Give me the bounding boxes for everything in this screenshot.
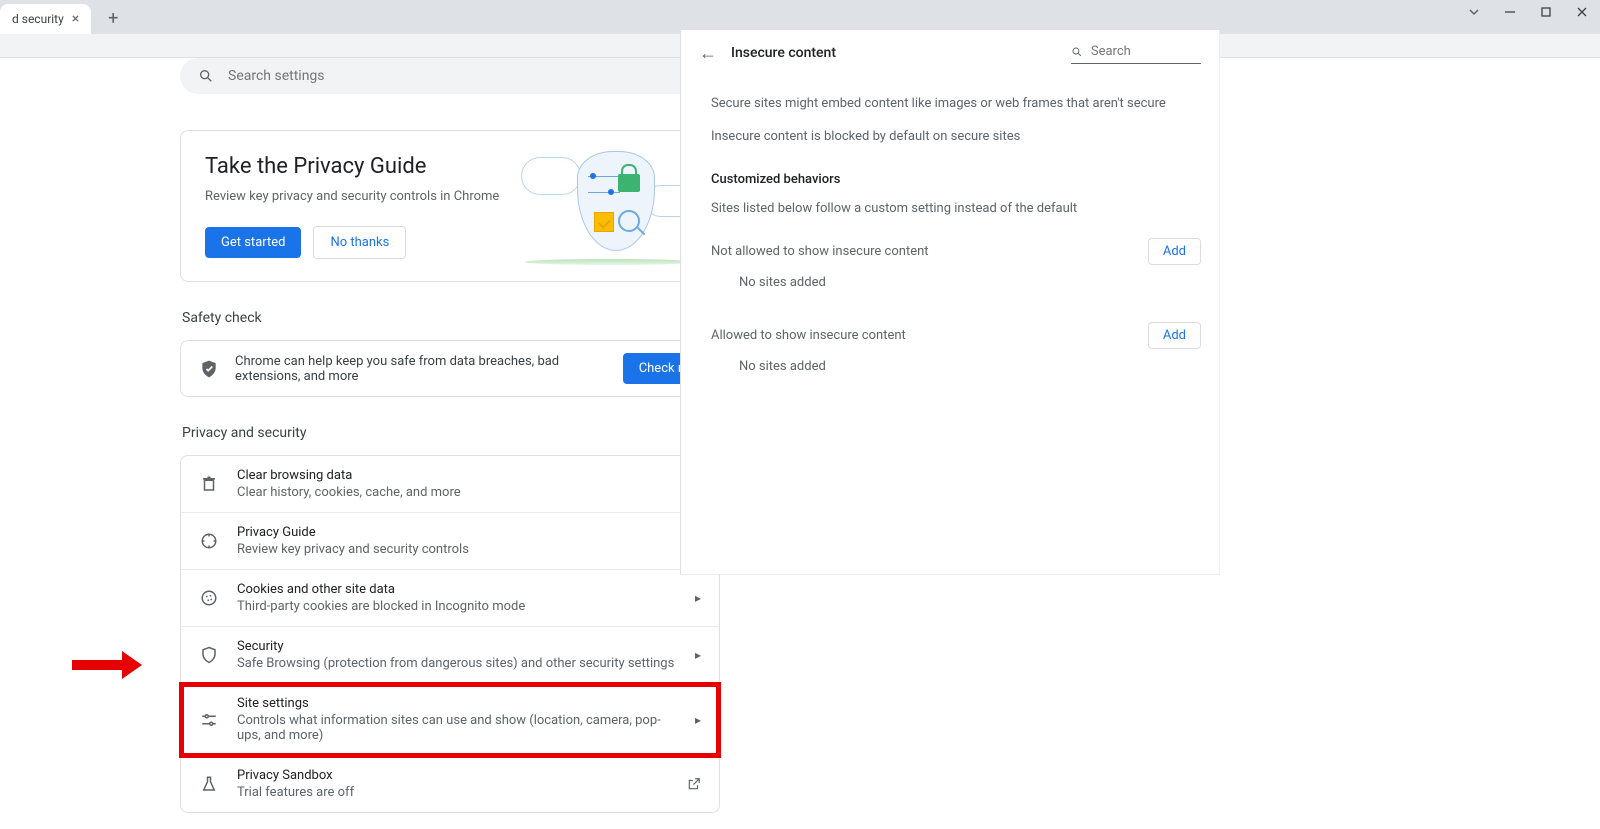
privacy-guide-illustration <box>525 151 695 261</box>
row-subtitle: Clear history, cookies, cache, and more <box>237 485 701 500</box>
row-subtitle: Controls what information sites can use … <box>237 713 677 743</box>
row-title: Privacy Sandbox <box>237 768 669 783</box>
new-tab-button[interactable]: + <box>99 4 127 32</box>
row-title: Privacy Guide <box>237 525 701 540</box>
row-title: Cookies and other site data <box>237 582 677 597</box>
flask-icon <box>199 775 219 793</box>
safety-check-text: Chrome can help keep you safe from data … <box>235 354 607 384</box>
back-button[interactable]: ← <box>699 43 717 64</box>
safety-check-heading: Safety check <box>182 310 720 326</box>
not-allowed-empty: No sites added <box>739 275 1201 290</box>
external-link-icon <box>687 777 701 791</box>
window-minimize-icon[interactable] <box>1492 0 1528 24</box>
guide-subtitle: Review key privacy and security controls… <box>205 189 499 204</box>
row-title: Security <box>237 639 677 654</box>
allowed-label: Allowed to show insecure content <box>711 328 906 343</box>
row-title: Clear browsing data <box>237 468 701 483</box>
shield-icon <box>199 646 219 664</box>
privacy-guide-card: Take the Privacy Guide Review key privac… <box>180 130 720 282</box>
customized-behaviors-sub: Sites listed below follow a custom setti… <box>711 201 1201 216</box>
shield-check-icon <box>199 359 219 379</box>
compass-icon <box>199 532 219 550</box>
tabs-dropdown-icon[interactable] <box>1456 0 1492 24</box>
add-not-allowed-button[interactable]: Add <box>1148 238 1201 265</box>
row-subtitle: Safe Browsing (protection from dangerous… <box>237 656 677 671</box>
browser-titlebar: d security × + <box>0 0 1600 34</box>
row-privacy-guide[interactable]: Privacy Guide Review key privacy and sec… <box>181 513 719 570</box>
row-title: Site settings <box>237 696 677 711</box>
customized-behaviors-heading: Customized behaviors <box>711 172 1201 187</box>
chevron-right-icon: ▸ <box>695 591 701 605</box>
safety-check-card: Chrome can help keep you safe from data … <box>180 340 720 397</box>
panel-desc-2: Insecure content is blocked by default o… <box>711 129 1201 144</box>
window-maximize-icon[interactable] <box>1528 0 1564 24</box>
guide-title: Take the Privacy Guide <box>205 154 499 179</box>
allowed-row: Allowed to show insecure content Add <box>711 322 1201 349</box>
row-cookies[interactable]: Cookies and other site data Third-party … <box>181 570 719 627</box>
row-subtitle: Review key privacy and security controls <box>237 542 701 557</box>
row-clear-browsing-data[interactable]: Clear browsing data Clear history, cooki… <box>181 456 719 513</box>
trash-icon <box>199 475 219 493</box>
not-allowed-row: Not allowed to show insecure content Add <box>711 238 1201 265</box>
allowed-empty: No sites added <box>739 359 1201 374</box>
row-subtitle: Third-party cookies are blocked in Incog… <box>237 599 677 614</box>
privacy-security-list: Clear browsing data Clear history, cooki… <box>180 455 720 813</box>
search-settings[interactable] <box>180 58 720 94</box>
row-security[interactable]: Security Safe Browsing (protection from … <box>181 627 719 684</box>
panel-title: Insecure content <box>731 45 1057 61</box>
settings-main: Take the Privacy Guide Review key privac… <box>180 58 720 813</box>
tab-title: d security <box>12 12 64 26</box>
tune-icon <box>199 711 219 729</box>
panel-search-input[interactable] <box>1091 44 1201 59</box>
search-icon <box>1071 45 1083 59</box>
row-site-settings[interactable]: Site settings Controls what information … <box>181 684 719 756</box>
red-arrow-annotation <box>72 660 126 670</box>
add-allowed-button[interactable]: Add <box>1148 322 1201 349</box>
cookie-icon <box>199 589 219 607</box>
not-allowed-label: Not allowed to show insecure content <box>711 244 929 259</box>
browser-tab[interactable]: d security × <box>0 4 91 34</box>
search-icon <box>198 68 214 84</box>
chevron-right-icon: ▸ <box>695 648 701 662</box>
row-subtitle: Trial features are off <box>237 785 669 800</box>
panel-desc-1: Secure sites might embed content like im… <box>711 96 1201 111</box>
insecure-content-panel: ← Insecure content Secure sites might em… <box>680 30 1220 575</box>
search-settings-input[interactable] <box>228 68 702 84</box>
panel-search[interactable] <box>1071 42 1201 64</box>
chevron-right-icon: ▸ <box>695 713 701 727</box>
window-close-icon[interactable] <box>1564 0 1600 24</box>
row-privacy-sandbox[interactable]: Privacy Sandbox Trial features are off <box>181 756 719 812</box>
no-thanks-button[interactable]: No thanks <box>313 226 406 259</box>
tab-close-icon[interactable]: × <box>72 11 79 27</box>
privacy-security-heading: Privacy and security <box>182 425 720 441</box>
get-started-button[interactable]: Get started <box>205 227 301 258</box>
